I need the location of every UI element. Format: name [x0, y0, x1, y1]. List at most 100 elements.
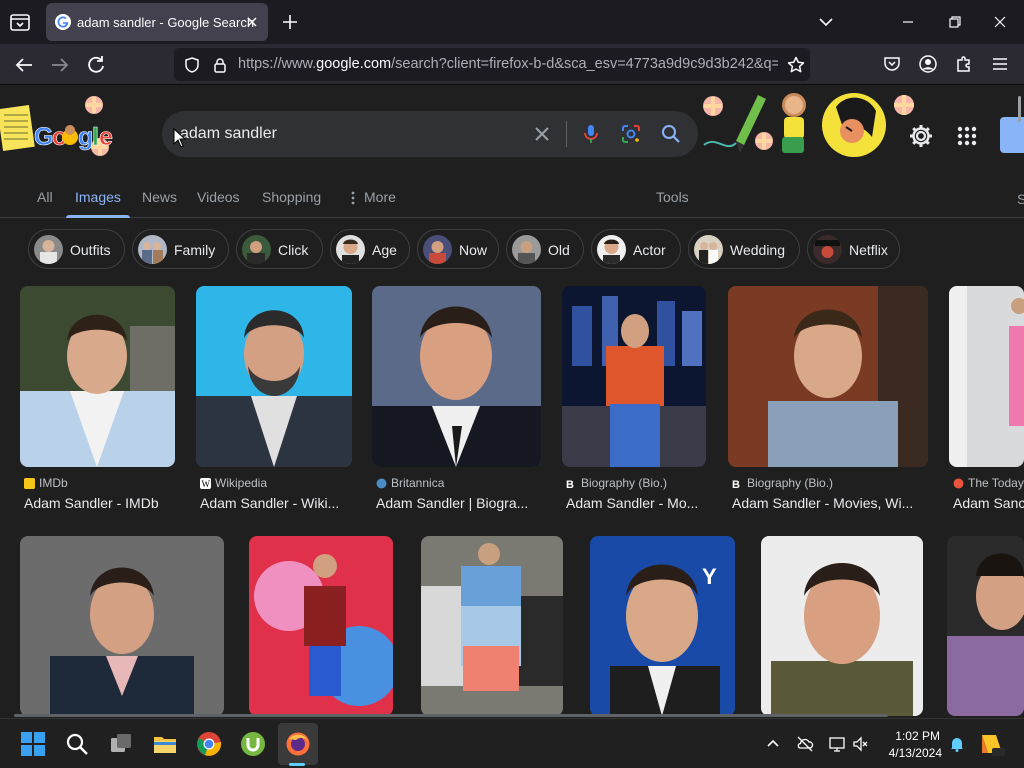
extensions-puzzle-icon[interactable] — [954, 54, 974, 74]
chevron-down-icon[interactable] — [816, 12, 836, 32]
result-thumbnail[interactable] — [196, 286, 352, 467]
safesearch-partial-label[interactable]: S — [1017, 191, 1024, 207]
tab-images[interactable]: Images — [75, 189, 121, 205]
chip-thumbnail — [694, 235, 723, 264]
chip-label: Click — [278, 242, 309, 258]
address-bar[interactable]: https://www.google.com/search?client=fir… — [174, 48, 810, 81]
utorrent-icon[interactable] — [240, 731, 266, 757]
url-path: /search?client=firefox-b-d&sca_esv=4773a… — [391, 56, 778, 72]
tracking-protection-shield-icon[interactable] — [183, 56, 201, 74]
result-source[interactable]: The Today — [968, 476, 1024, 490]
result-source[interactable]: Britannica — [391, 476, 444, 490]
vertical-scrollbar[interactable] — [1018, 96, 1021, 122]
result-thumbnail[interactable] — [562, 286, 706, 467]
result-title[interactable]: Adam Sandler | Biogra... — [376, 495, 542, 511]
chip-click[interactable]: Click — [236, 229, 323, 269]
chevron-up-icon[interactable] — [764, 735, 782, 753]
minimize-icon[interactable] — [898, 12, 918, 32]
tab-videos[interactable]: Videos — [197, 189, 240, 205]
tab-all[interactable]: All — [37, 189, 53, 205]
result-title[interactable]: Adam Sandler - IMDb — [24, 495, 184, 511]
microphone-icon[interactable] — [580, 123, 602, 145]
reload-icon[interactable] — [84, 53, 108, 77]
chip-label: Age — [372, 242, 397, 258]
tab-more[interactable]: More — [364, 189, 396, 205]
file-explorer-icon[interactable] — [152, 731, 178, 757]
apps-grid-icon[interactable] — [956, 125, 978, 147]
search-icon[interactable] — [660, 123, 682, 145]
result-title[interactable]: Adam Sandler - Mo... — [566, 495, 708, 511]
result-title[interactable]: Adam Sandler - Movies, Wi... — [732, 495, 930, 511]
search-box[interactable]: adam sandler — [162, 111, 698, 157]
new-tab-icon[interactable] — [280, 12, 300, 32]
task-view-icon[interactable] — [108, 731, 134, 757]
mouse-cursor-icon — [173, 128, 187, 148]
result-thumbnail[interactable] — [728, 286, 928, 467]
tab-close-icon[interactable] — [244, 14, 260, 30]
gear-icon[interactable] — [908, 123, 934, 149]
search-input[interactable]: adam sandler — [180, 125, 277, 143]
active-app-indicator — [289, 763, 305, 766]
clear-icon[interactable] — [532, 124, 552, 144]
copilot-icon[interactable] — [978, 731, 1006, 757]
account-icon[interactable] — [918, 54, 938, 74]
volume-muted-icon[interactable] — [852, 735, 870, 753]
result-thumbnail[interactable]: Y — [590, 536, 735, 716]
window-close-icon[interactable] — [990, 12, 1010, 32]
result-title[interactable]: Adam Sanc — [953, 495, 1024, 511]
horizontal-scrollbar[interactable] — [14, 714, 888, 717]
back-arrow-icon[interactable] — [12, 53, 36, 77]
chip-thumbnail — [336, 235, 365, 264]
network-icon[interactable] — [828, 735, 846, 753]
tab-news[interactable]: News — [142, 189, 177, 205]
bookmark-star-icon[interactable] — [786, 55, 806, 75]
tab-shopping[interactable]: Shopping — [262, 189, 321, 205]
today-favicon-icon — [953, 478, 964, 489]
chip-label: Actor — [633, 242, 666, 258]
chip-wedding[interactable]: Wedding — [688, 229, 800, 269]
tools-button[interactable]: Tools — [656, 189, 689, 205]
result-thumbnail[interactable] — [20, 536, 224, 716]
chip-outfits[interactable]: Outfits — [28, 229, 125, 269]
chrome-icon[interactable] — [196, 731, 222, 757]
clock-date[interactable]: 4/13/2024 — [878, 746, 942, 760]
result-thumbnail[interactable] — [372, 286, 541, 467]
result-source[interactable]: Biography (Bio.) — [747, 476, 833, 490]
result-thumbnail[interactable] — [421, 536, 563, 716]
sign-in-button[interactable] — [1000, 117, 1024, 153]
pocket-icon[interactable] — [882, 54, 902, 74]
clock-time[interactable]: 1:02 PM — [888, 729, 940, 743]
result-thumbnail[interactable] — [20, 286, 175, 467]
result-thumbnail[interactable] — [949, 286, 1024, 467]
firefox-icon[interactable] — [285, 731, 311, 757]
chip-age[interactable]: Age — [330, 229, 410, 269]
tab-list-icon[interactable] — [8, 10, 32, 34]
chip-actor[interactable]: Actor — [591, 229, 681, 269]
search-icon[interactable] — [64, 731, 90, 757]
result-thumbnail[interactable] — [761, 536, 923, 716]
notification-bell-icon[interactable] — [948, 735, 966, 753]
chip-label: Old — [548, 242, 570, 258]
lock-icon[interactable] — [211, 56, 229, 74]
result-title[interactable]: Adam Sandler - Wiki... — [200, 495, 360, 511]
google-doodle-logo[interactable]: G o g l e — [0, 93, 115, 165]
result-thumbnail[interactable] — [947, 536, 1024, 716]
chip-old[interactable]: Old — [506, 229, 584, 269]
start-icon[interactable] — [20, 731, 46, 757]
browser-tab-active[interactable]: adam sandler - Google Search — [46, 3, 268, 41]
hamburger-menu-icon[interactable] — [990, 54, 1010, 74]
result-source[interactable]: Wikipedia — [215, 476, 267, 490]
result-source[interactable]: Biography (Bio.) — [581, 476, 667, 490]
forward-arrow-icon[interactable] — [48, 53, 72, 77]
chip-now[interactable]: Now — [417, 229, 499, 269]
cloud-offline-icon[interactable] — [796, 735, 814, 753]
google-lens-icon[interactable] — [620, 123, 642, 145]
chip-family[interactable]: Family — [132, 229, 229, 269]
result-source[interactable]: IMDb — [39, 476, 68, 490]
chip-label: Netflix — [849, 242, 888, 258]
chip-netflix[interactable]: Netflix — [807, 229, 900, 269]
search-type-tabs: All Images News Videos Shopping More Too… — [0, 183, 1024, 218]
result-thumbnail[interactable] — [249, 536, 393, 716]
google-favicon-icon — [55, 14, 71, 30]
restore-icon[interactable] — [945, 12, 965, 32]
